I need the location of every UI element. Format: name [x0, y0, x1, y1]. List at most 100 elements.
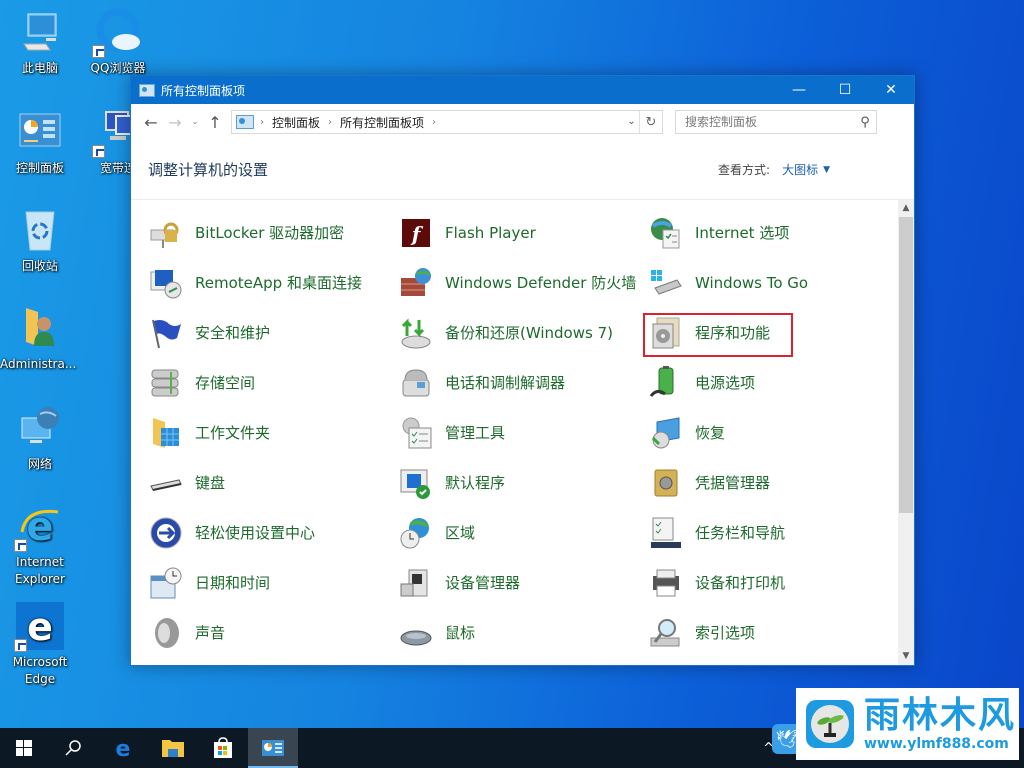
control-panel-item-label: 凭据管理器	[695, 474, 771, 492]
control-panel-item-ease-of-access[interactable]: 轻松使用设置中心	[147, 508, 397, 558]
control-panel-icon	[236, 115, 254, 129]
up-button[interactable]: ↑	[203, 110, 227, 134]
control-panel-item-remoteapp[interactable]: RemoteApp 和桌面连接	[147, 258, 397, 308]
content-header: 调整计算机的设置 查看方式: 大图标 ▼	[131, 140, 914, 200]
chevron-down-icon[interactable]: ▼	[823, 165, 830, 175]
control-panel-item-work-folders[interactable]: 工作文件夹	[147, 408, 397, 458]
control-panel-item-label: 区域	[445, 524, 476, 542]
address-bar[interactable]: › 控制面板 › 所有控制面板项 › ⌄ ↻	[231, 110, 663, 134]
scroll-thumb[interactable]	[899, 217, 913, 513]
breadcrumb-control-panel[interactable]: 控制面板	[272, 114, 320, 131]
desktop-icon-microsoft-edge[interactable]: e Microsoft Edge	[2, 602, 78, 688]
desktop-icon-this-pc[interactable]: 此电脑	[2, 8, 78, 77]
control-panel-item-label: 轻松使用设置中心	[195, 524, 316, 542]
control-panel-item-programs-features[interactable]: 程序和功能	[643, 308, 897, 358]
control-panel-item-label: 程序和功能	[695, 324, 771, 342]
control-panel-item-flash-player[interactable]: f Flash Player	[397, 208, 647, 258]
control-panel-item-admin-tools[interactable]: 管理工具	[397, 408, 647, 458]
minimize-button[interactable]: —	[776, 76, 822, 104]
forward-button[interactable]: →	[163, 110, 187, 134]
address-dropdown-icon[interactable]: ⌄	[624, 111, 640, 133]
desktop-icon-qq-browser[interactable]: QQ浏览器	[80, 8, 156, 77]
sound-icon	[149, 616, 183, 650]
control-panel-item-label: 恢复	[695, 424, 726, 442]
close-button[interactable]: ✕	[868, 76, 914, 104]
control-panel-item-storage-spaces[interactable]: 存储空间	[147, 358, 397, 408]
search-icon[interactable]: ⚲	[854, 115, 876, 130]
desktop-icon-internet-explorer[interactable]: e Internet Explorer	[2, 502, 78, 588]
breadcrumb-all-items[interactable]: 所有控制面板项	[340, 114, 424, 131]
control-panel-item-label: 日期和时间	[195, 574, 271, 592]
scroll-down-icon[interactable]: ▼	[898, 648, 914, 665]
desktop-icon-label: 网络	[27, 457, 52, 471]
control-panel-icon	[139, 83, 155, 97]
edge-icon: e	[14, 602, 64, 652]
scroll-up-icon[interactable]: ▲	[898, 200, 914, 217]
control-panel-item-label: 默认程序	[445, 474, 506, 492]
control-panel-item-label: 键盘	[195, 474, 226, 492]
search-box[interactable]: ⚲	[675, 110, 877, 134]
desktop-icon-control-panel[interactable]: 控制面板	[2, 108, 78, 177]
desktop-icon-network[interactable]: 网络	[2, 404, 78, 473]
shortcut-arrow-icon	[92, 45, 105, 58]
control-panel-item-device-manager[interactable]: 设备管理器	[397, 558, 647, 608]
control-panel-item-label: 任务栏和导航	[695, 524, 786, 542]
refresh-icon[interactable]: ↻	[640, 115, 662, 130]
device-manager-icon	[399, 566, 433, 600]
taskbar-control-panel-button[interactable]	[248, 728, 298, 768]
taskbar-file-explorer-button[interactable]	[148, 728, 198, 768]
taskbar-store-button[interactable]	[198, 728, 248, 768]
control-panel-item-region[interactable]: 区域	[397, 508, 647, 558]
recent-locations-button[interactable]: ⌄	[187, 110, 203, 134]
control-panel-item-sound[interactable]: 声音	[147, 608, 397, 658]
mouse-icon	[399, 616, 433, 650]
devices-printers-icon	[649, 566, 683, 600]
control-panel-item-recovery[interactable]: 恢复	[647, 408, 897, 458]
desktop-icon-label: 回收站	[21, 259, 58, 273]
control-panel-item-default-programs[interactable]: 默认程序	[397, 458, 647, 508]
vertical-scrollbar[interactable]: ▲ ▼	[898, 200, 914, 665]
control-panel-item-keyboard[interactable]: 键盘	[147, 458, 397, 508]
svg-text:e: e	[116, 737, 131, 759]
title-bar[interactable]: 所有控制面板项 — ☐ ✕	[131, 76, 914, 104]
control-panel-item-label: 存储空间	[195, 374, 256, 392]
control-panel-item-date-time[interactable]: 日期和时间	[147, 558, 397, 608]
desktop-icon-administrator[interactable]: Administra...	[0, 304, 76, 373]
control-panel-item-indexing-options[interactable]: 索引选项	[647, 608, 897, 658]
work-folders-icon	[149, 416, 183, 450]
admin-tools-icon	[399, 416, 433, 450]
desktop-icon-recycle-bin[interactable]: 回收站	[2, 206, 78, 275]
start-button[interactable]	[0, 728, 48, 768]
shortcut-arrow-icon	[14, 639, 27, 652]
control-panel-item-label: Flash Player	[445, 224, 536, 242]
control-panel-item-devices-printers[interactable]: 设备和打印机	[647, 558, 897, 608]
window-title: 所有控制面板项	[161, 83, 246, 98]
back-button[interactable]: ←	[139, 110, 163, 134]
breadcrumb-separator-icon[interactable]: ›	[432, 117, 436, 128]
breadcrumb-separator-icon[interactable]: ›	[260, 117, 264, 128]
control-panel-item-label: 设备管理器	[445, 574, 521, 592]
control-panel-item-power-options[interactable]: 电源选项	[647, 358, 897, 408]
control-panel-item-label: 索引选项	[695, 624, 756, 642]
watermark-brand: 雨林木风	[864, 695, 1017, 736]
control-panel-item-taskbar-navigation[interactable]: 任务栏和导航	[647, 508, 897, 558]
backup-restore-icon	[399, 316, 433, 350]
taskbar-edge-button[interactable]: e	[98, 728, 148, 768]
control-panel-item-mouse[interactable]: 鼠标	[397, 608, 647, 658]
control-panel-item-security-flag[interactable]: 安全和维护	[147, 308, 397, 358]
view-by-dropdown[interactable]: 大图标	[782, 161, 818, 178]
taskbar-search-button[interactable]	[48, 728, 98, 768]
items-grid: BitLocker 驱动器加密 f Flash Player Internet 选项 R…	[147, 208, 897, 658]
breadcrumb-separator-icon[interactable]: ›	[328, 117, 332, 128]
control-panel-item-bitlocker[interactable]: BitLocker 驱动器加密	[147, 208, 397, 258]
control-panel-item-backup-restore[interactable]: 备份和还原(Windows 7)	[397, 308, 647, 358]
maximize-button[interactable]: ☐	[822, 76, 868, 104]
desktop-icon-label: 此电脑	[21, 61, 58, 75]
control-panel-item-credential-manager[interactable]: 凭据管理器	[647, 458, 897, 508]
search-input[interactable]	[685, 115, 854, 129]
control-panel-item-firewall[interactable]: Windows Defender 防火墙	[397, 258, 647, 308]
control-panel-item-phone-modem[interactable]: 电话和调制解调器	[397, 358, 647, 408]
control-panel-item-internet-options[interactable]: Internet 选项	[647, 208, 897, 258]
control-panel-item-windows-to-go[interactable]: Windows To Go	[647, 258, 897, 308]
credential-manager-icon	[649, 466, 683, 500]
